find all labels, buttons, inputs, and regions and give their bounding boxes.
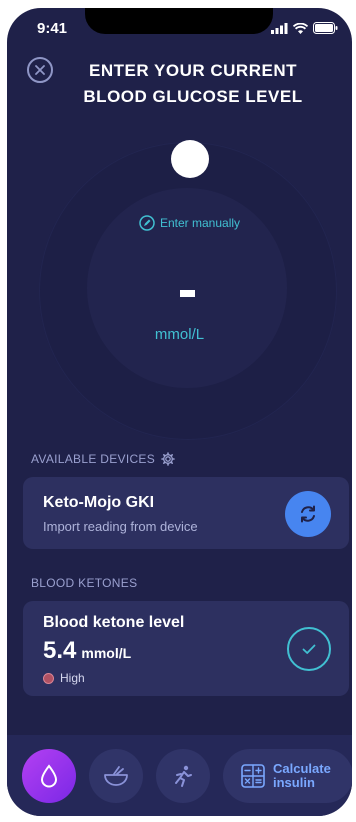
calculator-icon [241,764,265,788]
close-button[interactable] [27,57,53,83]
phone-screen: 9:41 ENTER YOUR CURRENT BLOOD GLUCOSE LE… [7,8,352,816]
sync-button[interactable] [285,491,331,537]
calculate-insulin-button[interactable]: Calculate insulin [223,749,352,803]
tab-glucose[interactable] [22,749,76,803]
status-time: 9:41 [37,20,68,37]
ketone-card[interactable]: Blood ketone level 5.4 mmol/L High [23,601,349,696]
confirm-ketone-button[interactable] [287,627,331,671]
close-icon [35,65,45,75]
bottom-tab-bar: Calculate insulin [7,735,352,816]
ketone-unit: mmol/L [81,645,132,661]
gear-icon[interactable] [161,452,175,466]
device-name: Keto-Mojo GKI [43,494,155,511]
available-devices-label: AVAILABLE DEVICES [31,452,156,466]
check-icon [302,644,316,654]
status-dot [43,672,54,684]
wifi-icon [293,22,308,34]
device-card[interactable]: Keto-Mojo GKI Import reading from device [23,477,349,549]
drop-icon [40,764,58,788]
enter-manually-link[interactable]: Enter manually [139,215,240,231]
ketone-status: High [43,671,85,685]
edit-icon [139,215,155,231]
battery-icon [313,22,338,34]
status-icons [271,22,338,34]
ketone-value: 5.4 [43,637,77,664]
enter-manually-label: Enter manually [160,216,241,230]
glucose-unit: mmol/L [154,326,205,343]
device-subtitle: Import reading from device [43,519,198,534]
sync-icon [301,505,315,523]
ketone-reading: 5.4 mmol/L [43,637,131,665]
tab-meals[interactable] [89,749,143,803]
dial-knob[interactable] [171,140,209,178]
ketone-status-label: High [60,671,85,685]
blood-ketones-label: BLOOD KETONES [31,576,138,590]
tab-activity[interactable] [156,749,210,803]
run-icon [175,765,192,787]
ketone-title: Blood ketone level [43,614,185,631]
signal-icon [271,22,288,34]
notch [85,8,273,34]
page-title: ENTER YOUR CURRENT BLOOD GLUCOSE LEVEL [83,61,303,106]
bowl-icon [104,766,128,786]
glucose-value-placeholder [180,290,195,297]
calculate-insulin-label: Calculate insulin [273,761,331,790]
available-devices-heading: AVAILABLE DEVICES [31,452,175,466]
